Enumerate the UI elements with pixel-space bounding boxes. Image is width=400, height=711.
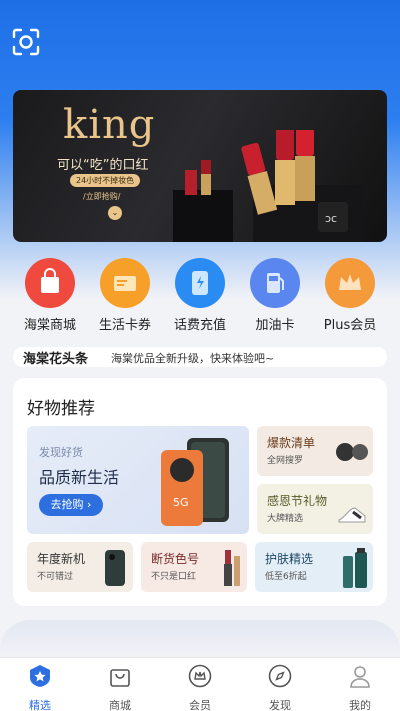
recommend-section: 好物推荐 发现好货 品质新生活 去抢购 › 5G 爆款清单 全网搜罗 感恩节礼物… <box>13 378 387 606</box>
quick-entry-mall[interactable]: 海棠商城 <box>12 258 88 333</box>
quick-entry-label: 海棠商城 <box>23 318 76 333</box>
promo-banner[interactable]: king 可以“吃”的口红 24小时不掉妆色 /立即抢购/ ⌄ ↄc <box>13 90 387 242</box>
user-icon <box>350 666 370 688</box>
shopping-bag-icon <box>25 258 75 308</box>
tile-title: 感恩节礼物 <box>267 494 328 508</box>
quick-entry-label: 话费充值 <box>173 318 226 333</box>
svg-text:5G: 5G <box>173 496 189 509</box>
tab-label: 精选 <box>29 699 51 711</box>
tile-subtitle: 大牌精选 <box>267 514 304 524</box>
banner-headline: king <box>63 102 156 148</box>
bottom-tab-bar: 精选 商城 会员 发现 我的 <box>0 657 400 711</box>
tile-hot-list[interactable]: 爆款清单 全网搜罗 <box>257 426 373 476</box>
banner-tag: 24小时不掉妆色 <box>70 174 141 187</box>
svg-text:ↄc: ↄc <box>325 212 337 225</box>
quick-entry-label: 加油卡 <box>255 318 295 333</box>
compass-icon <box>268 664 292 688</box>
quick-entry-fuel-card[interactable]: 加油卡 <box>237 258 313 333</box>
phone-charge-icon <box>175 258 225 308</box>
banner-cta: /立即抢购/ <box>83 192 121 201</box>
shopping-bag-icon <box>110 669 130 687</box>
scan-icon[interactable] <box>12 28 40 56</box>
chevron-down-icon: ⌄ <box>108 206 122 220</box>
quick-entry-coupons[interactable]: 生活卡券 <box>87 258 163 333</box>
news-ticker[interactable]: 海棠花头条 海棠优品全新升级，快来体验吧~ <box>13 347 387 367</box>
tab-label: 我的 <box>349 699 371 711</box>
tile-title: 爆款清单 <box>267 436 316 450</box>
phone-product-image: 5G <box>161 438 229 526</box>
phone-image <box>105 550 125 586</box>
watch-image <box>336 443 368 461</box>
news-brand: 海棠花头条 <box>23 352 89 367</box>
tile-new-phone[interactable]: 年度新机 不可错过 <box>27 542 133 592</box>
tab-label: 发现 <box>269 699 291 711</box>
tile-title: 年度新机 <box>37 552 86 566</box>
tile-skincare[interactable]: 护肤精选 低至6折起 <box>255 542 373 592</box>
tile-subtitle: 低至6折起 <box>265 572 307 582</box>
tile-subtitle: 不只是口红 <box>151 572 197 582</box>
star-shield-icon <box>30 665 50 687</box>
tab-label: 商城 <box>109 699 131 711</box>
skincare-bottle-image <box>343 548 367 588</box>
crown-icon <box>188 664 212 688</box>
quick-entry-recharge[interactable]: 话费充值 <box>162 258 238 333</box>
main-tile-small: 发现好货 <box>39 446 83 459</box>
quick-entry-label: 生活卡券 <box>98 318 151 333</box>
tab-featured[interactable]: 精选 <box>0 664 80 711</box>
tab-mine[interactable]: 我的 <box>320 664 400 711</box>
tile-title: 护肤精选 <box>265 552 314 566</box>
news-text: 海棠优品全新升级，快来体验吧~ <box>111 352 275 365</box>
quick-entry-plus[interactable]: Plus会员 <box>312 258 388 333</box>
main-tile-big: 品质新生活 <box>39 468 120 487</box>
tile-gift[interactable]: 感恩节礼物 大牌精选 <box>257 484 373 534</box>
tile-subtitle: 不可错过 <box>37 572 74 582</box>
quick-entries: 海棠商城 生活卡券 话费充值 加油卡 Plus会员 <box>0 258 400 338</box>
tab-member[interactable]: 会员 <box>160 664 240 711</box>
sneaker-image <box>338 507 366 523</box>
quick-entry-label: Plus会员 <box>323 318 377 333</box>
main-promo-tile[interactable]: 发现好货 品质新生活 去抢购 › 5G <box>27 426 249 534</box>
fuel-icon <box>250 258 300 308</box>
banner-subline: 可以“吃”的口红 <box>57 158 149 173</box>
tile-title: 断货色号 <box>151 552 200 566</box>
lipstick-product-image: ↄc <box>173 130 363 242</box>
tab-discover[interactable]: 发现 <box>240 664 320 711</box>
tab-mall[interactable]: 商城 <box>80 664 160 711</box>
tile-subtitle: 全网搜罗 <box>267 456 304 466</box>
section-title: 好物推荐 <box>27 399 95 419</box>
tile-lipstick[interactable]: 断货色号 不只是口红 <box>141 542 247 592</box>
tab-label: 会员 <box>189 699 211 711</box>
coupon-icon <box>100 258 150 308</box>
go-buy-button[interactable]: 去抢购 › <box>39 494 103 516</box>
next-section-preview <box>0 620 400 660</box>
crown-icon <box>325 258 375 308</box>
lipstick-image <box>224 550 240 586</box>
